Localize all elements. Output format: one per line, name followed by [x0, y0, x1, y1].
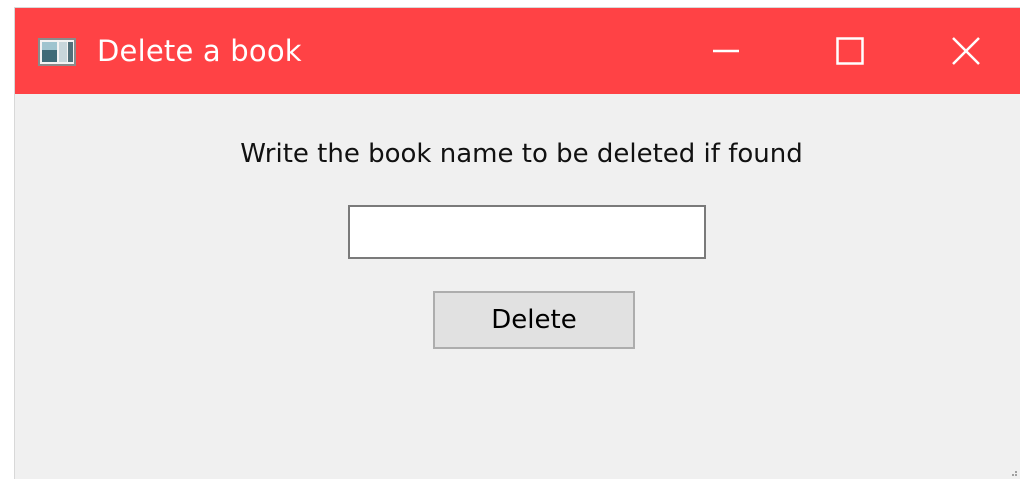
book-name-input[interactable] [348, 205, 706, 259]
app-icon [38, 38, 76, 66]
resize-grip-icon[interactable] [1008, 467, 1018, 477]
prompt-label: Write the book name to be deleted if fou… [240, 139, 803, 169]
close-icon [952, 37, 980, 65]
minimize-button[interactable] [664, 8, 788, 94]
maximize-icon [836, 37, 864, 65]
close-button[interactable] [912, 8, 1020, 94]
minimize-icon [713, 49, 739, 53]
maximize-button[interactable] [788, 8, 912, 94]
title-bar[interactable]: Delete a book [15, 8, 1020, 94]
delete-button[interactable]: Delete [433, 291, 635, 349]
delete-book-window: Delete a book Write the book name to be … [15, 8, 1020, 479]
window-title: Delete a book [97, 34, 302, 68]
